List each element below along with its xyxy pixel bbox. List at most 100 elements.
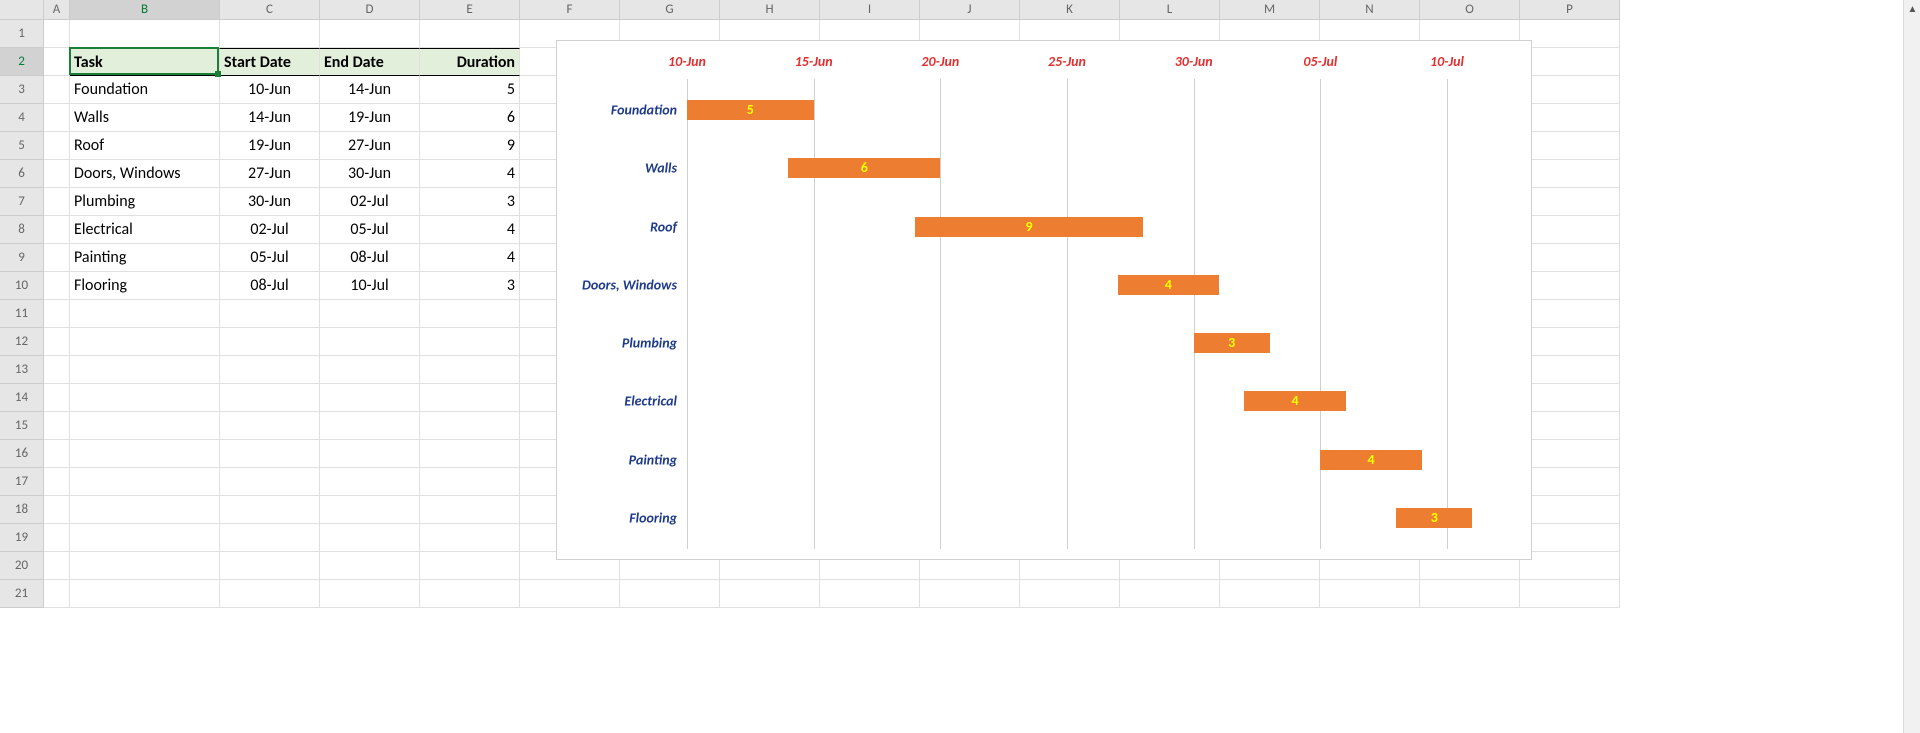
cell-H21[interactable] [720,580,820,608]
cell-A21[interactable] [44,580,70,608]
col-header-N[interactable]: N [1320,0,1420,20]
cell-C4[interactable]: 14-Jun [220,104,320,132]
cell-E15[interactable] [420,412,520,440]
cell-D17[interactable] [320,468,420,496]
cell-P15[interactable] [1520,412,1620,440]
cell-C2[interactable]: Start Date [220,48,320,76]
col-header-J[interactable]: J [920,0,1020,20]
cell-B17[interactable] [70,468,220,496]
row-header-17[interactable]: 17 [0,468,44,496]
cell-D16[interactable] [320,440,420,468]
cell-E16[interactable] [420,440,520,468]
scroll-up-icon[interactable]: ▲ [1904,0,1920,17]
cell-E14[interactable] [420,384,520,412]
row-header-1[interactable]: 1 [0,20,44,48]
cell-B3[interactable]: Foundation [70,76,220,104]
cell-A15[interactable] [44,412,70,440]
cell-A5[interactable] [44,132,70,160]
col-header-C[interactable]: C [220,0,320,20]
cell-C8[interactable]: 02-Jul [220,216,320,244]
cell-E11[interactable] [420,300,520,328]
cell-A10[interactable] [44,272,70,300]
cell-E12[interactable] [420,328,520,356]
select-all-corner[interactable] [0,0,44,20]
col-header-A[interactable]: A [44,0,70,20]
cell-P6[interactable] [1520,160,1620,188]
cell-E17[interactable] [420,468,520,496]
cell-P10[interactable] [1520,272,1620,300]
cell-C6[interactable]: 27-Jun [220,160,320,188]
col-header-B[interactable]: B [70,0,220,20]
cell-P4[interactable] [1520,104,1620,132]
row-header-6[interactable]: 6 [0,160,44,188]
row-header-14[interactable]: 14 [0,384,44,412]
cell-K21[interactable] [1020,580,1120,608]
cell-A13[interactable] [44,356,70,384]
cell-D9[interactable]: 08-Jul [320,244,420,272]
cell-P16[interactable] [1520,440,1620,468]
gantt-bar[interactable]: 4 [1118,275,1219,295]
cell-C19[interactable] [220,524,320,552]
col-header-H[interactable]: H [720,0,820,20]
cell-D18[interactable] [320,496,420,524]
cell-P2[interactable] [1520,48,1620,76]
cell-A12[interactable] [44,328,70,356]
cell-B19[interactable] [70,524,220,552]
cell-A4[interactable] [44,104,70,132]
col-header-K[interactable]: K [1020,0,1120,20]
cell-C10[interactable]: 08-Jul [220,272,320,300]
cell-B21[interactable] [70,580,220,608]
cell-C9[interactable]: 05-Jul [220,244,320,272]
cell-C18[interactable] [220,496,320,524]
gantt-bar[interactable]: 4 [1320,450,1421,470]
cell-P17[interactable] [1520,468,1620,496]
row-header-5[interactable]: 5 [0,132,44,160]
cell-B20[interactable] [70,552,220,580]
cell-A7[interactable] [44,188,70,216]
cell-P5[interactable] [1520,132,1620,160]
cell-B6[interactable]: Doors, Windows [70,160,220,188]
cell-E13[interactable] [420,356,520,384]
cell-B4[interactable]: Walls [70,104,220,132]
cell-E21[interactable] [420,580,520,608]
cell-P9[interactable] [1520,244,1620,272]
cell-C3[interactable]: 10-Jun [220,76,320,104]
cell-P20[interactable] [1520,552,1620,580]
cell-C17[interactable] [220,468,320,496]
gantt-bar[interactable]: 6 [788,158,940,178]
row-header-19[interactable]: 19 [0,524,44,552]
cell-B14[interactable] [70,384,220,412]
cell-D11[interactable] [320,300,420,328]
cell-B10[interactable]: Flooring [70,272,220,300]
col-header-E[interactable]: E [420,0,520,20]
cell-C12[interactable] [220,328,320,356]
cell-D13[interactable] [320,356,420,384]
cell-F21[interactable] [520,580,620,608]
cell-C21[interactable] [220,580,320,608]
cell-C20[interactable] [220,552,320,580]
cell-P8[interactable] [1520,216,1620,244]
cell-P11[interactable] [1520,300,1620,328]
cell-D15[interactable] [320,412,420,440]
row-header-11[interactable]: 11 [0,300,44,328]
cell-J21[interactable] [920,580,1020,608]
row-header-16[interactable]: 16 [0,440,44,468]
cell-A11[interactable] [44,300,70,328]
cell-B8[interactable]: Electrical [70,216,220,244]
cell-P7[interactable] [1520,188,1620,216]
cell-P1[interactable] [1520,20,1620,48]
cell-B16[interactable] [70,440,220,468]
cell-D12[interactable] [320,328,420,356]
cell-E8[interactable]: 4 [420,216,520,244]
cell-A9[interactable] [44,244,70,272]
cell-E18[interactable] [420,496,520,524]
cell-D7[interactable]: 02-Jul [320,188,420,216]
cell-I21[interactable] [820,580,920,608]
cell-A3[interactable] [44,76,70,104]
cell-B9[interactable]: Painting [70,244,220,272]
row-header-4[interactable]: 4 [0,104,44,132]
cell-A16[interactable] [44,440,70,468]
cell-A2[interactable] [44,48,70,76]
cell-B1[interactable] [70,20,220,48]
cell-P19[interactable] [1520,524,1620,552]
